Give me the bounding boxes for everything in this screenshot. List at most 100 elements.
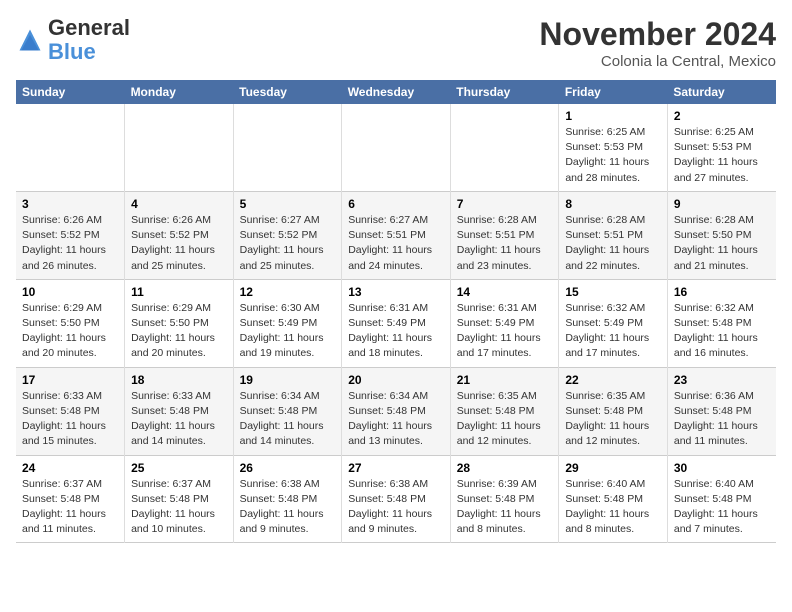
day-info: Sunrise: 6:36 AM Sunset: 5:48 PM Dayligh… [674,389,770,450]
day-info: Sunrise: 6:38 AM Sunset: 5:48 PM Dayligh… [240,477,336,538]
calendar-cell: 7Sunrise: 6:28 AM Sunset: 5:51 PM Daylig… [450,191,559,279]
day-number: 1 [565,109,661,123]
day-info: Sunrise: 6:31 AM Sunset: 5:49 PM Dayligh… [457,301,553,362]
day-info: Sunrise: 6:40 AM Sunset: 5:48 PM Dayligh… [674,477,770,538]
day-number: 26 [240,461,336,475]
calendar-cell: 18Sunrise: 6:33 AM Sunset: 5:48 PM Dayli… [125,367,234,455]
day-number: 10 [22,285,118,299]
calendar-cell: 12 Sunrise: 6:30 AM Sunset: 5:49 PM Dayli… [233,279,342,367]
calendar-cell: 15 Sunrise: 6:32 AM Sunset: 5:49 PM Dayli… [559,279,668,367]
day-number: 13 [348,285,444,299]
day-info: Sunrise: 6:28 AM Sunset: 5:51 PM Dayligh… [565,213,661,274]
logo-blue: Blue [48,39,96,64]
calendar-cell: 19 Sunrise: 6:34 AM Sunset: 5:48 PM Dayli… [233,367,342,455]
day-number: 21 [457,373,553,387]
day-header-sunday: Sunday [16,80,125,104]
day-number: 28 [457,461,553,475]
day-info: Sunrise: 6:26 AM Sunset: 5:52 PM Dayligh… [22,213,118,274]
calendar-cell: 8 Sunrise: 6:28 AM Sunset: 5:51 PM Daylig… [559,191,668,279]
day-info: Sunrise: 6:25 AM Sunset: 5:53 PM Dayligh… [674,125,770,186]
calendar-week-3: 10 Sunrise: 6:29 AM Sunset: 5:50 PM Dayli… [16,279,776,367]
day-info: Sunrise: 6:39 AM Sunset: 5:48 PM Dayligh… [457,477,553,538]
day-info: Sunrise: 6:27 AM Sunset: 5:51 PM Dayligh… [348,213,444,274]
day-header-saturday: Saturday [667,80,776,104]
day-header-tuesday: Tuesday [233,80,342,104]
title-block: November 2024 Colonia la Central, Mexico [539,16,776,70]
day-number: 23 [674,373,770,387]
calendar-cell: 27 Sunrise: 6:38 AM Sunset: 5:48 PM Dayli… [342,455,451,543]
day-number: 5 [240,197,336,211]
day-info: Sunrise: 6:26 AM Sunset: 5:52 PM Dayligh… [131,213,227,274]
day-number: 6 [348,197,444,211]
day-header-friday: Friday [559,80,668,104]
day-number: 20 [348,373,444,387]
calendar-cell: 2 Sunrise: 6:25 AM Sunset: 5:53 PM Daylig… [667,104,776,191]
day-header-wednesday: Wednesday [342,80,451,104]
day-number: 27 [348,461,444,475]
day-number: 3 [22,197,118,211]
day-header-thursday: Thursday [450,80,559,104]
day-info: Sunrise: 6:28 AM Sunset: 5:50 PM Dayligh… [674,213,770,274]
day-info: Sunrise: 6:29 AM Sunset: 5:50 PM Dayligh… [131,301,227,362]
calendar-cell: 13 Sunrise: 6:31 AM Sunset: 5:49 PM Dayli… [342,279,451,367]
day-info: Sunrise: 6:25 AM Sunset: 5:53 PM Dayligh… [565,125,661,186]
day-number: 19 [240,373,336,387]
day-info: Sunrise: 6:34 AM Sunset: 5:48 PM Dayligh… [348,389,444,450]
calendar-week-4: 17 Sunrise: 6:33 AM Sunset: 5:48 PM Dayli… [16,367,776,455]
calendar-cell: 23 Sunrise: 6:36 AM Sunset: 5:48 PM Dayli… [667,367,776,455]
calendar-cell [450,104,559,191]
calendar-cell [233,104,342,191]
month-title: November 2024 [539,16,776,53]
calendar-cell: 21Sunrise: 6:35 AM Sunset: 5:48 PM Dayli… [450,367,559,455]
day-number: 17 [22,373,118,387]
calendar-cell: 28 Sunrise: 6:39 AM Sunset: 5:48 PM Dayli… [450,455,559,543]
day-info: Sunrise: 6:38 AM Sunset: 5:48 PM Dayligh… [348,477,444,538]
day-info: Sunrise: 6:32 AM Sunset: 5:49 PM Dayligh… [565,301,661,362]
calendar-week-2: 3 Sunrise: 6:26 AM Sunset: 5:52 PM Daylig… [16,191,776,279]
calendar-cell: 9Sunrise: 6:28 AM Sunset: 5:50 PM Daylig… [667,191,776,279]
calendar-week-1: 1 Sunrise: 6:25 AM Sunset: 5:53 PM Daylig… [16,104,776,191]
day-info: Sunrise: 6:31 AM Sunset: 5:49 PM Dayligh… [348,301,444,362]
day-number: 12 [240,285,336,299]
calendar-cell: 5Sunrise: 6:27 AM Sunset: 5:52 PM Daylig… [233,191,342,279]
calendar-cell: 26 Sunrise: 6:38 AM Sunset: 5:48 PM Dayli… [233,455,342,543]
calendar-cell: 22 Sunrise: 6:35 AM Sunset: 5:48 PM Dayli… [559,367,668,455]
logo-icon [16,26,44,54]
calendar-body: 1 Sunrise: 6:25 AM Sunset: 5:53 PM Daylig… [16,104,776,543]
day-number: 24 [22,461,118,475]
day-info: Sunrise: 6:28 AM Sunset: 5:51 PM Dayligh… [457,213,553,274]
calendar-header-row: SundayMondayTuesdayWednesdayThursdayFrid… [16,80,776,104]
day-info: Sunrise: 6:32 AM Sunset: 5:48 PM Dayligh… [674,301,770,362]
day-info: Sunrise: 6:33 AM Sunset: 5:48 PM Dayligh… [131,389,227,450]
calendar-cell: 3 Sunrise: 6:26 AM Sunset: 5:52 PM Daylig… [16,191,125,279]
calendar-cell: 1 Sunrise: 6:25 AM Sunset: 5:53 PM Daylig… [559,104,668,191]
day-number: 8 [565,197,661,211]
day-header-monday: Monday [125,80,234,104]
calendar-cell: 10Sunrise: 6:29 AM Sunset: 5:50 PM Dayli… [16,279,125,367]
calendar-cell [342,104,451,191]
day-number: 14 [457,285,553,299]
logo: General Blue [16,16,130,64]
day-number: 15 [565,285,661,299]
calendar-cell: 25Sunrise: 6:37 AM Sunset: 5:48 PM Dayli… [125,455,234,543]
day-number: 4 [131,197,227,211]
calendar-cell: 11 Sunrise: 6:29 AM Sunset: 5:50 PM Dayli… [125,279,234,367]
calendar-week-5: 24 Sunrise: 6:37 AM Sunset: 5:48 PM Dayli… [16,455,776,543]
page-header: General Blue November 2024 Colonia la Ce… [16,16,776,70]
day-number: 22 [565,373,661,387]
day-info: Sunrise: 6:35 AM Sunset: 5:48 PM Dayligh… [565,389,661,450]
day-number: 2 [674,109,770,123]
calendar-cell: 16Sunrise: 6:32 AM Sunset: 5:48 PM Dayli… [667,279,776,367]
calendar-cell: 4 Sunrise: 6:26 AM Sunset: 5:52 PM Daylig… [125,191,234,279]
day-info: Sunrise: 6:37 AM Sunset: 5:48 PM Dayligh… [131,477,227,538]
day-info: Sunrise: 6:37 AM Sunset: 5:48 PM Dayligh… [22,477,118,538]
calendar-cell: 24 Sunrise: 6:37 AM Sunset: 5:48 PM Dayli… [16,455,125,543]
calendar-cell: 20 Sunrise: 6:34 AM Sunset: 5:48 PM Dayli… [342,367,451,455]
day-number: 30 [674,461,770,475]
calendar-cell: 14 Sunrise: 6:31 AM Sunset: 5:49 PM Dayli… [450,279,559,367]
calendar-table: SundayMondayTuesdayWednesdayThursdayFrid… [16,80,776,543]
day-info: Sunrise: 6:34 AM Sunset: 5:48 PM Dayligh… [240,389,336,450]
day-number: 11 [131,285,227,299]
calendar-cell: 29Sunrise: 6:40 AM Sunset: 5:48 PM Dayli… [559,455,668,543]
day-info: Sunrise: 6:30 AM Sunset: 5:49 PM Dayligh… [240,301,336,362]
